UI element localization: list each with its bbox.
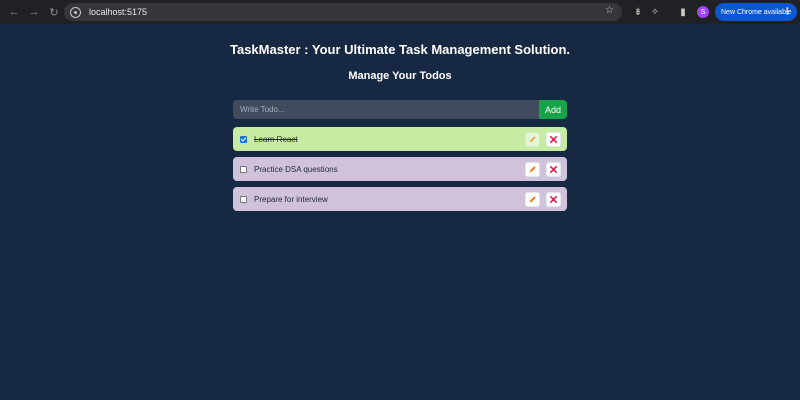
side-panel-icon[interactable]: ▮ xyxy=(676,5,690,19)
pencil-icon xyxy=(529,165,536,173)
todo-item: Practice DSA questions xyxy=(233,157,567,181)
add-button[interactable]: Add xyxy=(539,100,567,119)
address-bar[interactable]: localhost:5175 ☆ xyxy=(64,3,622,21)
extensions-puzzle-icon[interactable]: ✧ xyxy=(648,5,662,19)
edit-button[interactable] xyxy=(525,131,540,147)
chrome-update-button[interactable]: New Chrome available ⋮ xyxy=(715,3,797,21)
pencil-icon xyxy=(529,135,536,143)
browser-toolbar: ← → ↻ localhost:5175 ☆ ⇟ ✧ ▮ S New Chrom… xyxy=(0,0,800,24)
todo-item: Prepare for interview xyxy=(233,187,567,211)
forward-arrow-icon[interactable]: → xyxy=(26,4,42,20)
delete-button[interactable] xyxy=(546,161,561,177)
more-menu-icon[interactable]: ⋮ xyxy=(783,6,792,17)
page-title: TaskMaster : Your Ultimate Task Manageme… xyxy=(230,42,570,57)
edit-button[interactable] xyxy=(525,161,540,177)
todo-item: Learn React xyxy=(233,127,567,151)
pencil-icon xyxy=(529,195,536,203)
todo-text: Learn React xyxy=(254,134,298,144)
todo-checkbox[interactable] xyxy=(240,195,247,203)
extension-pin-icon[interactable]: ⇟ xyxy=(631,5,645,19)
add-todo-form: Add xyxy=(233,100,567,119)
delete-button[interactable] xyxy=(546,131,561,147)
site-info-icon[interactable] xyxy=(70,6,81,18)
profile-avatar[interactable]: S xyxy=(697,6,709,18)
todo-checkbox[interactable] xyxy=(240,135,247,143)
todo-text: Practice DSA questions xyxy=(254,164,338,174)
reload-icon[interactable]: ↻ xyxy=(46,4,62,20)
edit-button[interactable] xyxy=(525,191,540,207)
close-icon xyxy=(549,195,558,203)
page-subtitle: Manage Your Todos xyxy=(348,70,452,82)
delete-button[interactable] xyxy=(546,191,561,207)
bookmark-star-icon[interactable]: ☆ xyxy=(605,5,614,16)
todo-checkbox[interactable] xyxy=(240,165,247,173)
close-icon xyxy=(549,135,558,143)
todo-text: Prepare for interview xyxy=(254,194,328,204)
chrome-update-label: New Chrome available xyxy=(721,8,792,16)
close-icon xyxy=(549,165,558,173)
back-arrow-icon[interactable]: ← xyxy=(6,4,22,20)
todo-input[interactable] xyxy=(233,100,539,119)
address-url: localhost:5175 xyxy=(89,7,148,17)
